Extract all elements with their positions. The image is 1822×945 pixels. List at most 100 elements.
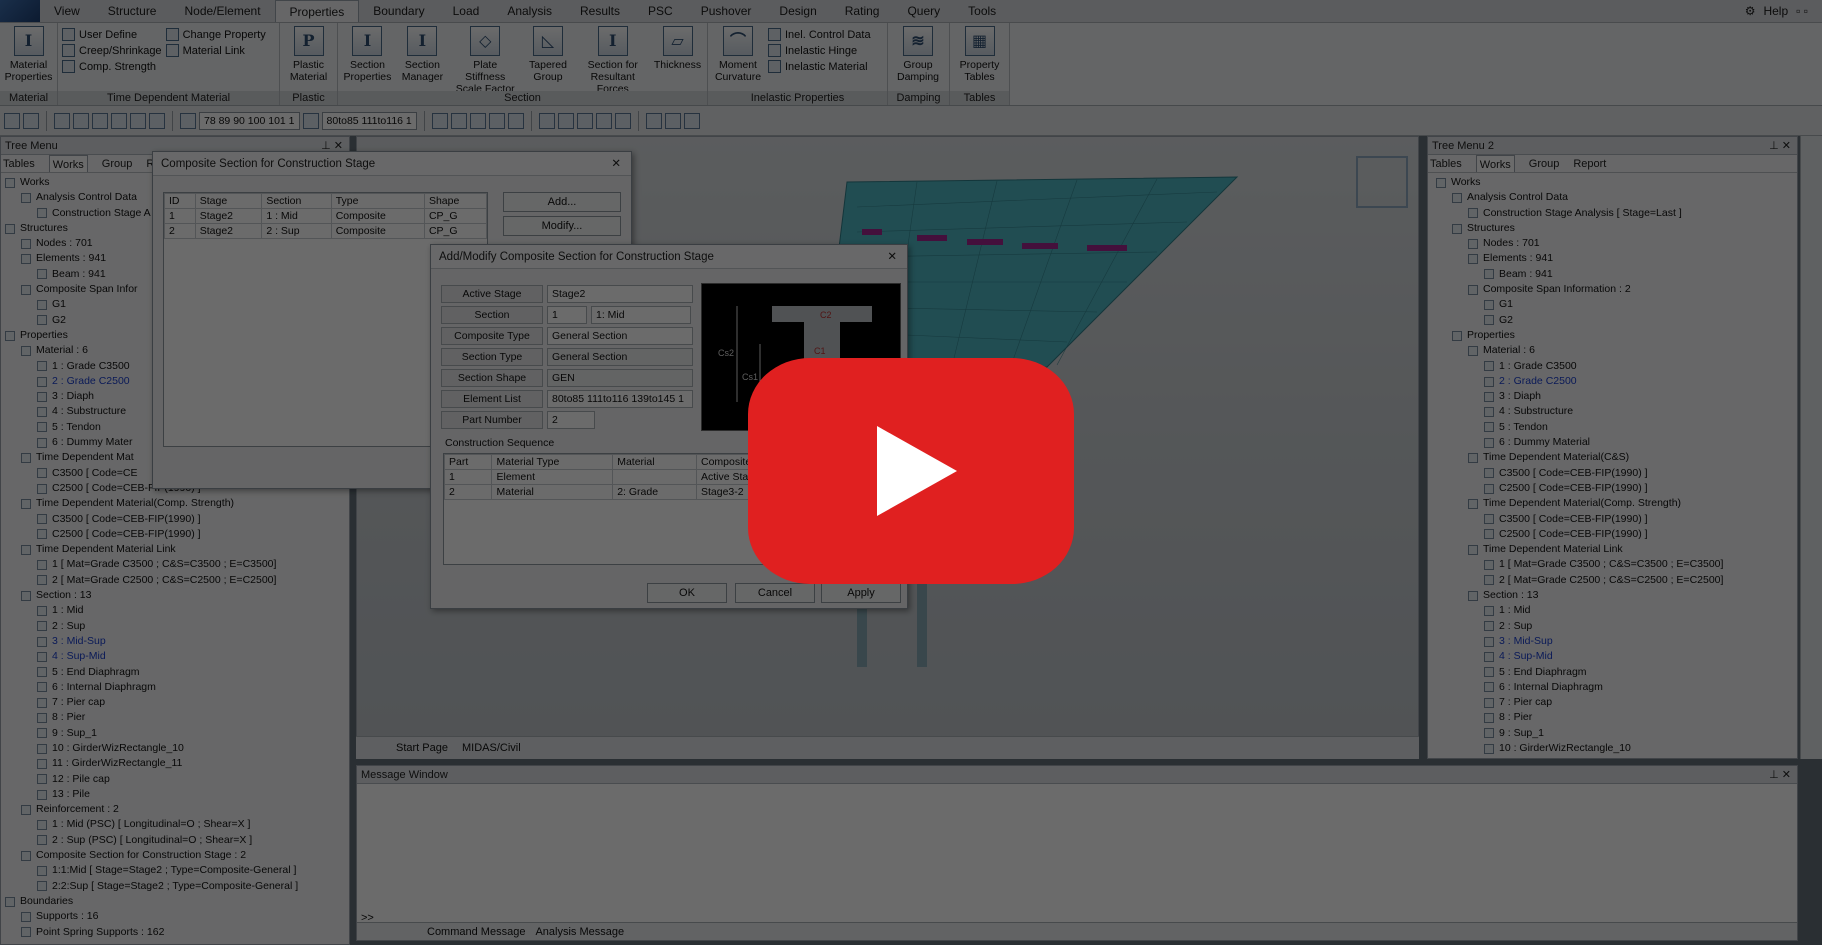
tree-item[interactable]: 1 [ Mat=Grade C3500 ; C&S=C3500 ; E=C350… [1, 557, 349, 572]
tree-item[interactable]: 3 : Mid-Sup [1428, 634, 1797, 649]
panel-tab-tables[interactable]: Tables [3, 155, 35, 172]
tree-item[interactable]: 6 : Internal Diaphragm [1, 680, 349, 695]
column-header[interactable]: ID [164, 193, 196, 209]
tree-item[interactable]: 4 : Sup-Mid [1, 649, 349, 664]
column-header[interactable]: Part [443, 454, 493, 470]
menu-tab-query[interactable]: Query [893, 0, 954, 22]
column-header[interactable]: Shape [423, 193, 488, 209]
table-cell[interactable]: Composite [330, 208, 425, 224]
tree-item[interactable]: 5 : End Diaphragm [1428, 665, 1797, 680]
table-cell[interactable]: 2 [443, 484, 493, 500]
tree-item[interactable]: Time Dependent Material Link [1428, 542, 1797, 557]
change-property-button[interactable]: Change Property [165, 28, 266, 41]
tree-item[interactable]: 2 : Sup (PSC) [ Longitudinal=O ; Shear=X… [1, 833, 349, 848]
panel-tab-report[interactable]: Report [1573, 155, 1606, 172]
app-logo[interactable] [0, 0, 40, 22]
tree-item[interactable]: 5 : End Diaphragm [1, 665, 349, 680]
column-header[interactable]: Material Type [491, 454, 614, 470]
tree-item[interactable]: 2 : Sup [1428, 619, 1797, 634]
creep-shrinkage-button[interactable]: Creep/Shrinkage [62, 44, 162, 57]
inel-control-button[interactable]: Inel. Control Data [768, 28, 871, 41]
tree-item[interactable]: Works [1428, 175, 1797, 190]
panel-tab-works[interactable]: Works [48, 155, 88, 172]
tree-item[interactable]: Construction Stage Analysis [ Stage=Last… [1428, 206, 1797, 221]
section-properties-button[interactable]: I Section Properties [342, 26, 393, 83]
view-front-icon[interactable] [431, 112, 448, 129]
table-row[interactable]: 2 Stage2 2 : Sup Composite CP_G [164, 223, 488, 239]
table-cell[interactable]: Composite [330, 223, 425, 239]
table-cell[interactable]: Stage2 [194, 208, 263, 224]
tab-analysis-message[interactable]: Analysis Message [535, 923, 624, 940]
table-row[interactable]: 1 Stage2 1 : Mid Composite CP_G [164, 208, 488, 224]
tree-item[interactable]: 5 : Tendon [1428, 420, 1797, 435]
material-link-button[interactable]: Material Link [165, 44, 266, 57]
tree-item[interactable]: 1 : Mid (PSC) [ Longitudinal=O ; Shear=X… [1, 817, 349, 832]
tree-item[interactable]: Boundaries [1, 894, 349, 909]
menu-tab-tools[interactable]: Tools [954, 0, 1010, 22]
menu-tab-properties[interactable]: Properties [274, 0, 360, 22]
menu-tab-design[interactable]: Design [765, 0, 830, 22]
section-resultant-button[interactable]: I Section for Resultant Forces [577, 26, 648, 95]
part-number-stepper[interactable]: 2 [547, 411, 595, 429]
tree-item[interactable]: Time Dependent Material(Comp. Strength) [1428, 496, 1797, 511]
table-cell[interactable]: 2 : Sup [261, 223, 332, 239]
tree-item[interactable]: 4 : Sup-Mid [1428, 649, 1797, 664]
tree-item[interactable]: 1 [ Mat=Grade C3500 ; C&S=C3500 ; E=C350… [1428, 557, 1797, 572]
tree-item[interactable]: 3 : Mid-Sup [1, 634, 349, 649]
tree-item[interactable]: Time Dependent Material Link [1, 542, 349, 557]
inelastic-hinge-button[interactable]: Inelastic Hinge [768, 44, 871, 57]
element-select-icon[interactable] [302, 112, 319, 129]
tab-command-message[interactable]: Command Message [427, 923, 525, 940]
menu-tab-results[interactable]: Results [566, 0, 634, 22]
tree-item[interactable]: 6 : Internal Diaphragm [1428, 680, 1797, 695]
group-damping-button[interactable]: ≋ Group Damping [892, 26, 944, 83]
column-header[interactable]: Stage [194, 193, 263, 209]
tab-midas-civil[interactable]: MIDAS/Civil [462, 742, 521, 754]
tree-item[interactable]: 2 : Grade C2500 [1428, 374, 1797, 389]
menu-tab-structure[interactable]: Structure [94, 0, 171, 22]
cancel-button[interactable]: Cancel [735, 583, 815, 603]
tree-item[interactable]: 13 : Pile [1, 787, 349, 802]
tree-item[interactable]: 12 : Pile cap [1, 772, 349, 787]
tree-item[interactable]: Section : 13 [1428, 588, 1797, 603]
tree-item[interactable]: Elements : 941 [1428, 251, 1797, 266]
select-window-icon[interactable] [73, 112, 89, 129]
menu-tab-pushover[interactable]: Pushover [687, 0, 766, 22]
composite-type-select[interactable]: General Section [547, 327, 693, 345]
tree-item[interactable]: Analysis Control Data [1428, 190, 1797, 205]
menu-tab-boundary[interactable]: Boundary [359, 0, 438, 22]
table-cell[interactable]: CP_G [423, 223, 488, 239]
view-top-icon[interactable] [469, 112, 486, 129]
inelastic-material-button[interactable]: Inelastic Material [768, 60, 871, 73]
menu-tab-analysis[interactable]: Analysis [493, 0, 566, 22]
panel-tab-tables[interactable]: Tables [1430, 155, 1462, 172]
node-select-icon[interactable] [180, 112, 196, 129]
panel-tab-works[interactable]: Works [1475, 155, 1515, 172]
zoom-window-icon[interactable] [557, 112, 574, 129]
panel-tab-group[interactable]: Group [102, 155, 133, 172]
tree-item[interactable]: 1 : Mid [1, 603, 349, 618]
column-header[interactable]: Material [612, 454, 697, 470]
tapered-group-button[interactable]: ◺ Tapered Group [523, 26, 574, 83]
table-cell[interactable] [612, 469, 697, 485]
section-id-field[interactable]: 1 [547, 306, 587, 324]
select-icon[interactable] [54, 112, 70, 129]
section-manager-button[interactable]: I Section Manager [397, 26, 448, 83]
pan-icon[interactable] [576, 112, 593, 129]
tree-item[interactable]: 2 : Sup [1, 619, 349, 634]
tree-item[interactable]: Point Spring Supports : 162 [1, 925, 349, 940]
tree-item[interactable]: 8 : Pier [1428, 710, 1797, 725]
shade-icon[interactable] [614, 112, 631, 129]
view-cube-icon[interactable] [1356, 156, 1408, 208]
tree-item[interactable]: Supports : 16 [1, 909, 349, 924]
tree-item[interactable]: C2500 [ Code=CEB-FIP(1990) ] [1, 527, 349, 542]
element-list-field[interactable]: 80to85 111to116 139to145 1 [547, 390, 693, 408]
select-all-icon[interactable] [111, 112, 127, 129]
tree-item[interactable]: 8 : Pier [1, 710, 349, 725]
select-polygon-icon[interactable] [92, 112, 108, 129]
tree-item[interactable]: C3500 [ Code=CEB-FIP(1990) ] [1428, 512, 1797, 527]
material-properties-button[interactable]: I Material Properties [4, 26, 53, 83]
tree-item[interactable]: 3 : Diaph [1428, 389, 1797, 404]
menu-tab-view[interactable]: View [40, 0, 94, 22]
tab-start-page[interactable]: Start Page [396, 742, 448, 754]
